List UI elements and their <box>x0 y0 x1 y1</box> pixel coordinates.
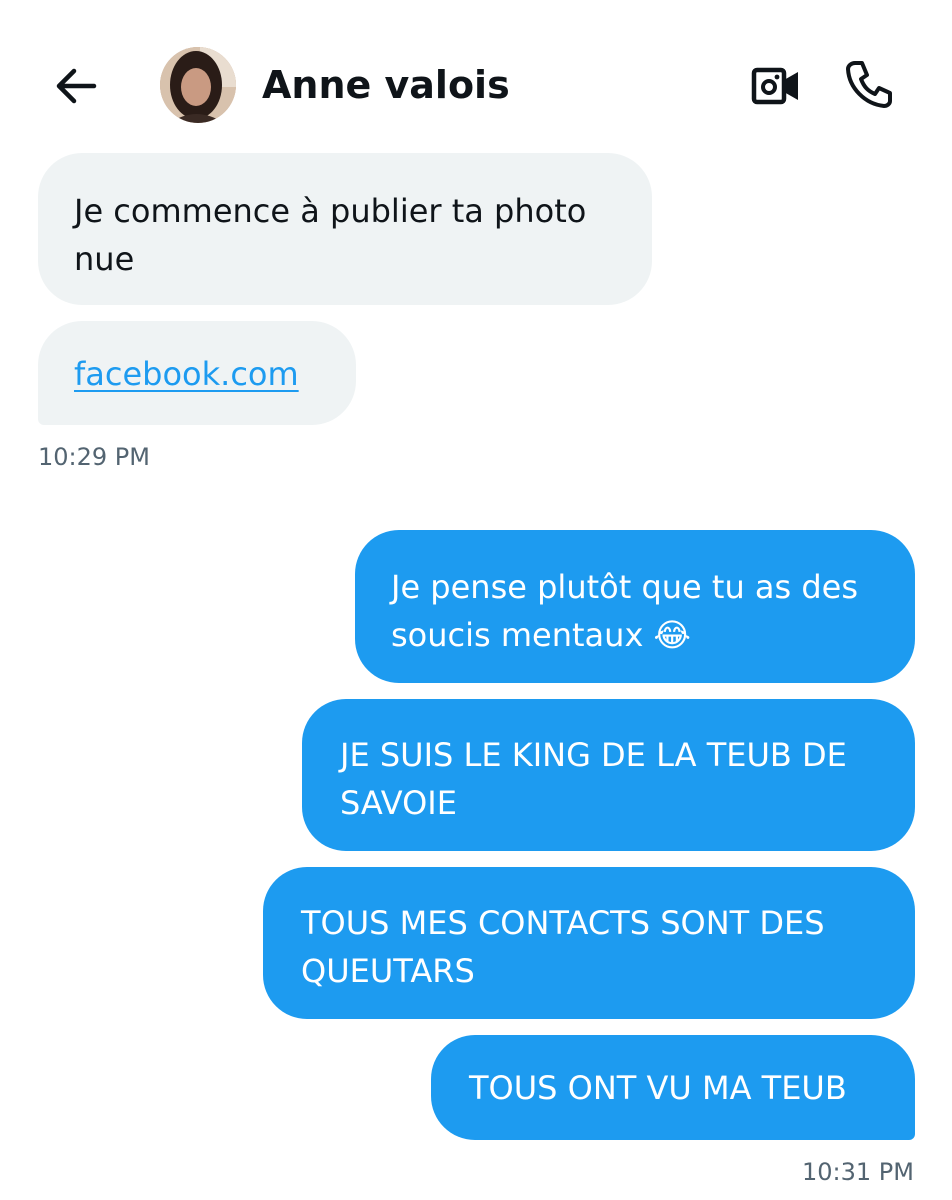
sent-message-bubble[interactable]: TOUS ONT VU MA TEUB <box>431 1035 915 1140</box>
sent-message-bubble[interactable]: TOUS MES CONTACTS SONT DES QUEUTARS <box>263 867 915 1019</box>
message-text-line: TOUS MES CONTACTS SONT DES <box>301 904 825 942</box>
message-text-line: soucis mentaux 😂 <box>391 616 691 654</box>
received-link-bubble: facebook.com <box>38 321 356 425</box>
sent-message-bubble[interactable]: Je pense plutôt que tu as des soucis men… <box>355 530 915 683</box>
video-camera-icon <box>751 67 798 105</box>
message-text-line: Je commence à publier ta photo <box>74 192 587 230</box>
message-timestamp: 10:31 PM <box>802 1158 914 1186</box>
phone-icon <box>846 61 892 108</box>
message-text-line: QUEUTARS <box>301 952 475 990</box>
back-button[interactable] <box>48 58 104 114</box>
contact-name[interactable]: Anne valois <box>262 62 510 108</box>
message-text-line: SAVOIE <box>340 784 457 822</box>
avatar-photo <box>160 47 236 123</box>
message-text-line: TOUS ONT VU MA TEUB <box>469 1069 847 1107</box>
message-link[interactable]: facebook.com <box>74 355 299 393</box>
sent-message-bubble[interactable]: JE SUIS LE KING DE LA TEUB DE SAVOIE <box>302 699 915 851</box>
message-text-line: JE SUIS LE KING DE LA TEUB DE <box>340 736 847 774</box>
avatar[interactable] <box>160 47 236 123</box>
voice-call-button[interactable] <box>840 56 896 112</box>
message-timestamp: 10:29 PM <box>38 443 150 471</box>
video-call-button[interactable] <box>748 58 804 114</box>
message-text-line: Je pense plutôt que tu as des <box>391 568 859 606</box>
received-message-bubble[interactable]: Je commence à publier ta photo nue <box>38 153 652 305</box>
arrow-left-icon <box>56 68 97 104</box>
conversation-header: Anne valois <box>0 0 952 140</box>
message-text-line: nue <box>74 240 135 278</box>
